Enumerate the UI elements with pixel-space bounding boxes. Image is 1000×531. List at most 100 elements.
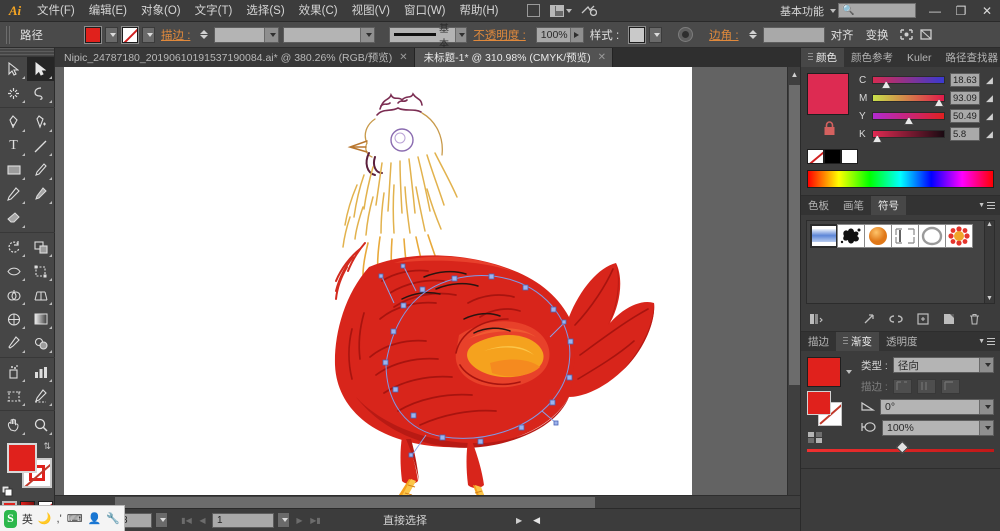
brush-definition-field[interactable]: 基本 — [389, 27, 467, 43]
vertical-scroll-thumb[interactable] — [789, 85, 800, 385]
document-tab-1[interactable]: Nipic_24787180_20190610191537190084.ai* … — [55, 48, 415, 67]
toolbox-grip[interactable] — [0, 48, 54, 57]
corner-label[interactable]: 边角 : — [707, 27, 744, 43]
active-color-preview[interactable] — [807, 73, 849, 115]
stroke-weight-field[interactable] — [214, 27, 279, 43]
align-button[interactable]: 对齐 — [829, 27, 860, 43]
close-button[interactable]: ✕ — [974, 0, 1000, 22]
opacity-field[interactable]: 100% — [536, 27, 584, 43]
channel-k-track[interactable] — [872, 130, 945, 138]
sogou-logo-icon[interactable]: S — [4, 510, 17, 528]
document-tab-2[interactable]: 未标题-1* @ 310.98% (CMYK/预览) ✕ — [415, 48, 613, 67]
line-segment-tool[interactable] — [27, 134, 54, 158]
channel-c-value[interactable]: 18.63 — [950, 73, 980, 87]
symbol-options-icon[interactable] — [917, 313, 929, 328]
stroke-profile-chevron-icon[interactable] — [360, 28, 374, 42]
gradient-preview-swatch[interactable] — [807, 357, 841, 387]
symbol-libraries-icon[interactable] — [809, 313, 823, 328]
gradient-type-field[interactable]: 径向 — [893, 357, 994, 373]
previous-page-button[interactable]: ◀ — [196, 513, 209, 528]
document-tab-2-close-icon[interactable]: ✕ — [598, 52, 606, 63]
symbols-panel-menu-icon[interactable]: ▼ — [978, 196, 1000, 215]
swap-fill-stroke-icon[interactable]: ⇅ — [43, 441, 51, 452]
opacity-label[interactable]: 不透明度 : — [471, 27, 531, 43]
symbol-ring[interactable] — [918, 224, 946, 248]
slice-tool[interactable] — [27, 384, 54, 408]
tab-brushes[interactable]: 画笔 — [836, 196, 871, 215]
shape-builder-tool[interactable] — [0, 283, 27, 307]
ime-language-mode[interactable]: 英 — [22, 511, 33, 527]
symbol-sprayer-tool[interactable] — [0, 360, 27, 384]
gradient-stroke-along-icon[interactable] — [917, 379, 936, 394]
next-page-button[interactable]: ▶ — [293, 513, 306, 528]
workspace-switcher[interactable]: 基本功能 — [776, 3, 828, 19]
menu-type[interactable]: 文字(T) — [188, 0, 240, 22]
transform-button[interactable]: 变换 — [864, 27, 895, 43]
break-link-icon[interactable] — [889, 313, 903, 328]
graphic-style-dropdown[interactable] — [649, 27, 662, 43]
stroke-weight-stepper[interactable] — [200, 30, 208, 39]
delete-symbol-icon[interactable] — [969, 313, 980, 328]
brush-chevron-icon[interactable] — [455, 28, 466, 42]
scroll-up-icon[interactable]: ▲ — [788, 67, 800, 81]
ime-toolbar[interactable]: S 英 🌙 ,' ⌨ 👤 🔧 — [0, 505, 125, 531]
fill-dropdown[interactable] — [105, 27, 118, 43]
slider-m[interactable]: M 93.09 ◢ — [859, 91, 994, 105]
document-canvas[interactable]: ▲ ▼ — [55, 67, 800, 508]
new-symbol-icon[interactable] — [943, 313, 955, 328]
corner-stepper[interactable] — [749, 30, 757, 39]
control-bar-grip[interactable] — [6, 26, 12, 44]
eraser-tool[interactable] — [0, 206, 27, 230]
pencil-tool[interactable] — [0, 182, 27, 206]
symbols-list[interactable]: ▲ ▼ — [806, 220, 995, 304]
tab-transparency[interactable]: 透明度 — [879, 332, 925, 351]
gradient-preset-chevron-icon[interactable] — [846, 370, 852, 374]
stock-icon[interactable] — [578, 3, 600, 19]
menu-effect[interactable]: 效果(C) — [292, 0, 345, 22]
paintbrush-tool[interactable] — [27, 158, 54, 182]
opacity-flyout-icon[interactable] — [570, 28, 583, 42]
menu-window[interactable]: 窗口(W) — [397, 0, 453, 22]
menu-select[interactable]: 选择(S) — [239, 0, 291, 22]
gradient-scale-chevron-icon[interactable] — [979, 421, 993, 435]
direct-selection-tool[interactable] — [27, 57, 54, 81]
stroke-weight-label[interactable]: 描边 : — [159, 27, 196, 43]
slider-k[interactable]: K 5.8 ◢ — [859, 127, 994, 141]
page-number-field[interactable]: 1 — [212, 513, 274, 528]
swatch-none[interactable] — [807, 149, 824, 164]
tab-swatches[interactable]: 色板 — [801, 196, 836, 215]
isolate-selected-object-icon[interactable] — [899, 28, 915, 42]
status-collapse-icon[interactable]: ◀ — [533, 515, 540, 526]
default-fill-stroke-icon[interactable] — [2, 486, 13, 497]
color-lock-icon[interactable] — [807, 121, 851, 136]
eyedropper-tool[interactable] — [0, 331, 27, 355]
channel-y-value[interactable]: 50.49 — [950, 109, 980, 123]
symbol-red-flower[interactable] — [945, 224, 973, 248]
column-graph-tool[interactable] — [27, 360, 54, 384]
stroke-swatch[interactable] — [122, 27, 138, 43]
stroke-weight-chevron-icon[interactable] — [264, 28, 278, 42]
status-expand-icon[interactable]: ▶ — [516, 516, 522, 525]
channel-k-value[interactable]: 5.8 — [950, 127, 980, 141]
graphic-style-swatch[interactable] — [629, 27, 645, 43]
comma-icon[interactable]: ,' — [57, 513, 62, 525]
menu-view[interactable]: 视图(V) — [345, 0, 397, 22]
document-tab-1-close-icon[interactable]: ✕ — [399, 52, 407, 63]
restore-button[interactable]: ❐ — [948, 0, 974, 22]
wrench-icon[interactable]: 🔧 — [106, 512, 120, 525]
menu-object[interactable]: 对象(O) — [134, 0, 188, 22]
horizontal-scroll-thumb[interactable] — [115, 497, 595, 508]
mesh-tool[interactable] — [0, 307, 27, 331]
last-page-button[interactable]: ▶▮ — [309, 513, 322, 528]
symbol-splatter[interactable] — [837, 224, 865, 248]
horizontal-scrollbar[interactable] — [55, 495, 800, 508]
free-transform-tool[interactable] — [27, 259, 54, 283]
zoom-level-chevron-icon[interactable] — [155, 512, 168, 528]
menu-edit[interactable]: 编辑(E) — [82, 0, 134, 22]
channel-m-value[interactable]: 93.09 — [950, 91, 980, 105]
channel-c-dropper-icon[interactable]: ◢ — [985, 75, 994, 86]
pen-tool[interactable] — [0, 110, 27, 134]
gradient-angle-field[interactable]: 0° — [880, 399, 994, 415]
arrange-documents-icon[interactable] — [550, 3, 572, 19]
gradient-scale-field[interactable]: 100% — [882, 420, 994, 436]
